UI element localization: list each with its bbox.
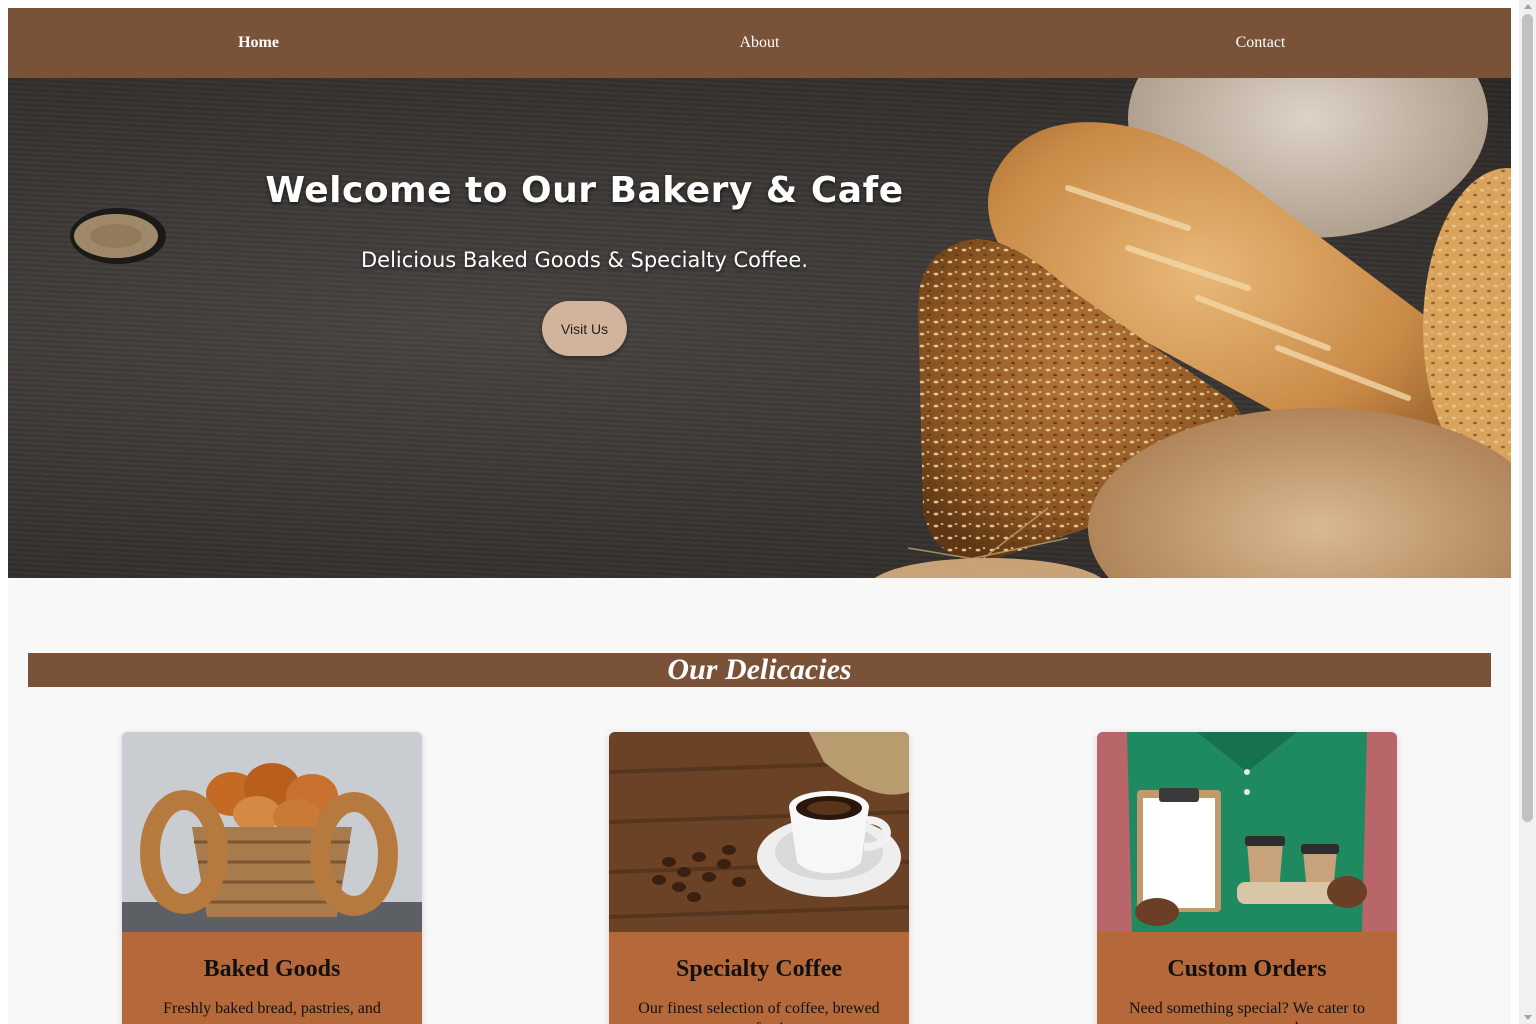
bread-basket-image [122, 732, 422, 932]
scrollbar-thumb[interactable] [1522, 14, 1533, 822]
page-scrollbar[interactable] [1519, 0, 1536, 1024]
hero-subtitle: Delicious Baked Goods & Specialty Coffee… [361, 248, 808, 272]
card-description: Our finest selection of coffee, brewed t… [638, 1000, 880, 1024]
card-title: Baked Goods [203, 956, 341, 982]
hero-title: Welcome to Our Bakery & Cafe [265, 170, 904, 211]
nav-home-link[interactable]: Home [8, 34, 509, 52]
coffee-cup-image [609, 732, 909, 932]
section-title: Our Delicacies [667, 653, 852, 686]
scroll-up-icon[interactable] [1524, 4, 1532, 9]
visit-us-button[interactable]: Visit Us [542, 301, 627, 356]
card-title: Specialty Coffee [676, 956, 842, 982]
nav-contact-link[interactable]: Contact [1010, 34, 1511, 52]
top-navigation: Home About Contact [8, 8, 1511, 78]
card-description: Freshly baked bread, pastries, and more [163, 1000, 381, 1024]
card-custom-orders[interactable]: Custom Orders Need something special? We… [1097, 732, 1397, 1024]
card-specialty-coffee[interactable]: Specialty Coffee Our finest selection of… [609, 732, 909, 1024]
card-baked-goods[interactable]: Baked Goods Freshly baked bread, pastrie… [122, 732, 422, 1024]
card-description: Need something special? We cater to your… [1128, 1000, 1366, 1024]
nav-about-link[interactable]: About [509, 34, 1010, 52]
section-heading-bar: Our Delicacies [28, 653, 1491, 687]
delivery-person-image [1097, 732, 1397, 932]
card-title: Custom Orders [1167, 956, 1327, 982]
scroll-down-icon[interactable] [1524, 1015, 1532, 1020]
hero-banner: Welcome to Our Bakery & Cafe Delicious B… [8, 78, 1511, 578]
page: Home About Contact Welcome to Our Bakery… [8, 8, 1511, 1024]
hero-content: Welcome to Our Bakery & Cafe Delicious B… [8, 78, 1161, 578]
